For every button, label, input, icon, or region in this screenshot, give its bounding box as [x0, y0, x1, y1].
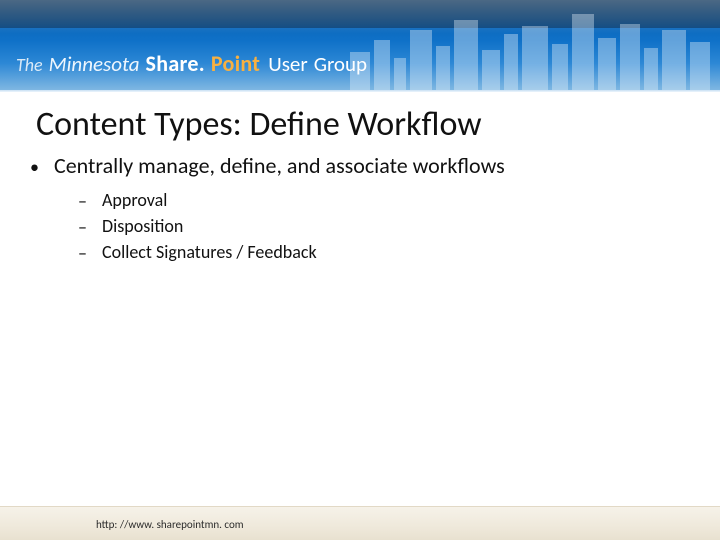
slide-title: Content Types: Define Workflow	[36, 104, 482, 145]
brand-word-minnesota: Minnesota	[49, 51, 140, 77]
bullet-text: Centrally manage, define, and associate …	[54, 152, 505, 179]
brand-word-user: User	[268, 51, 307, 77]
header-underline	[0, 90, 720, 92]
bullet-level2: – Approval	[78, 189, 690, 211]
bullet-level2: – Disposition	[78, 215, 690, 237]
bullet-text: Collect Signatures / Feedback	[102, 241, 317, 263]
brand-title: The Minnesota Share. Point User Group	[16, 50, 367, 77]
bullet-dash-icon: –	[78, 190, 94, 212]
footer-url: http: //www. sharepointmn. com	[96, 518, 244, 531]
bullet-level1: • Centrally manage, define, and associat…	[30, 152, 690, 179]
brand-word-share: Share.	[146, 50, 205, 77]
brand-word-point: Point	[211, 50, 260, 77]
skyline-graphic	[340, 0, 720, 90]
bullet-dot-icon: •	[30, 156, 44, 178]
brand-word-group: Group	[314, 51, 367, 77]
bullet-dash-icon: –	[78, 216, 94, 238]
header-band: The Minnesota Share. Point User Group	[0, 0, 720, 90]
slide: The Minnesota Share. Point User Group Co…	[0, 0, 720, 540]
brand-word-the: The	[16, 54, 43, 76]
bullet-dash-icon: –	[78, 242, 94, 264]
bullet-level2-list: – Approval – Disposition – Collect Signa…	[78, 189, 690, 263]
bullet-text: Disposition	[102, 215, 183, 237]
bullet-text: Approval	[102, 189, 167, 211]
slide-body: • Centrally manage, define, and associat…	[30, 152, 690, 267]
bullet-level2: – Collect Signatures / Feedback	[78, 241, 690, 263]
